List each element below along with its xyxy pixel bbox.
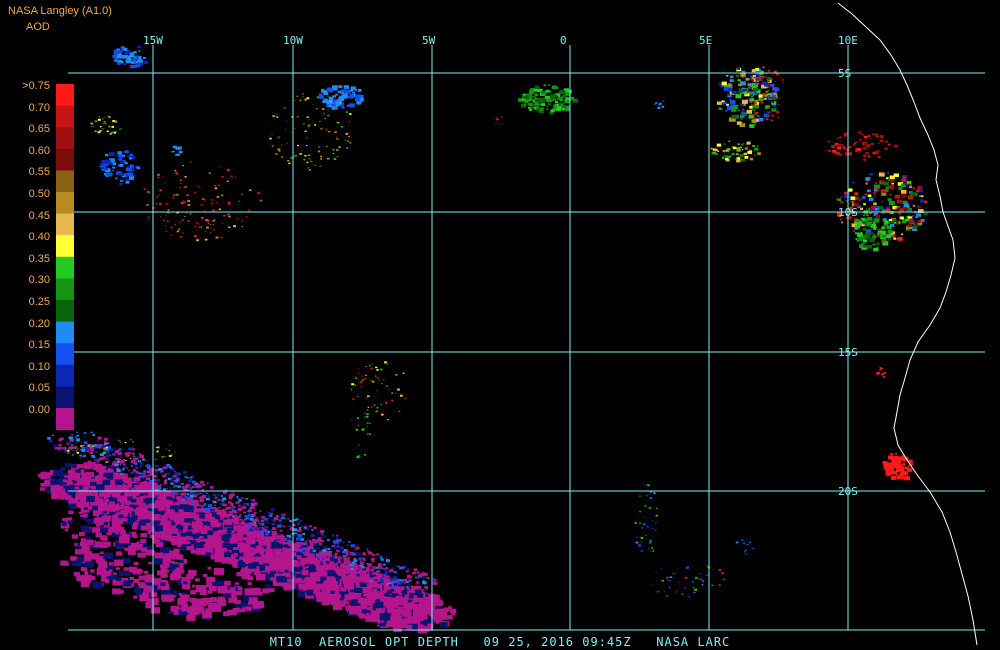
color-scale-swatch <box>56 170 74 193</box>
color-scale-swatch <box>56 148 74 171</box>
color-scale-swatch <box>56 408 74 431</box>
color-scale-label: 0.10 <box>28 360 50 373</box>
color-scale-label: 0.15 <box>28 339 50 352</box>
color-scale-label: 0.25 <box>28 296 50 308</box>
longitude-label: 5W <box>422 34 436 47</box>
color-scale-swatch <box>56 84 74 107</box>
color-scale-label: 0.30 <box>28 274 50 287</box>
longitude-label: 5E <box>699 34 713 47</box>
color-scale-label: 0.20 <box>28 317 50 330</box>
color-scale-swatch <box>56 105 74 128</box>
color-scale-label: >0.75 <box>22 80 50 92</box>
color-scale-swatch <box>56 343 74 366</box>
color-scale-label: 0.40 <box>28 231 50 244</box>
color-scale-label: 0.00 <box>28 404 50 416</box>
longitude-label: 15W <box>143 34 163 47</box>
color-scale-label: 0.70 <box>28 101 50 114</box>
color-scale-label: 0.65 <box>28 123 50 136</box>
color-scale-swatch <box>56 364 74 387</box>
color-scale-label: 0.50 <box>28 188 50 200</box>
color-scale-swatch <box>56 300 74 323</box>
color-scale-bar <box>56 84 74 431</box>
color-scale-label: 0.60 <box>28 144 50 157</box>
color-scale-swatch <box>56 192 74 215</box>
color-scale-label: 0.55 <box>28 166 50 179</box>
longitude-label: 0 <box>560 34 567 47</box>
product-title: NASA Langley (A1.0) <box>8 5 112 17</box>
color-scale-swatch <box>56 278 74 301</box>
color-scale-swatch <box>56 256 74 279</box>
color-scale-label: 0.05 <box>28 382 50 395</box>
latitude-label: 20S <box>838 485 858 498</box>
aod-map: NASA Langley (A1.0) AOD >0.75 0.70 0.65 0.6… <box>0 0 1000 650</box>
product-variable: AOD <box>26 21 50 33</box>
longitude-label: 10W <box>283 34 303 47</box>
color-scale-swatch <box>56 235 74 258</box>
latitude-label: 5S <box>838 67 852 80</box>
color-scale-swatch <box>56 213 74 236</box>
color-scale-swatch <box>56 127 74 150</box>
longitude-label: 10E <box>838 34 858 47</box>
color-scale-label: 0.45 <box>28 209 50 222</box>
latitude-label: 15S <box>838 346 858 359</box>
color-scale-label: 0.35 <box>28 252 50 265</box>
footer-caption: MT10 AEROSOL OPT DEPTH 09 25, 2016 09:45… <box>269 635 731 649</box>
map-canvas <box>37 2 985 646</box>
color-scale-swatch <box>56 321 74 344</box>
color-scale-swatch <box>56 386 74 409</box>
latitude-label: 10S <box>838 206 858 219</box>
africa-coastline <box>837 2 978 646</box>
aerosol-retrievals <box>37 46 928 634</box>
